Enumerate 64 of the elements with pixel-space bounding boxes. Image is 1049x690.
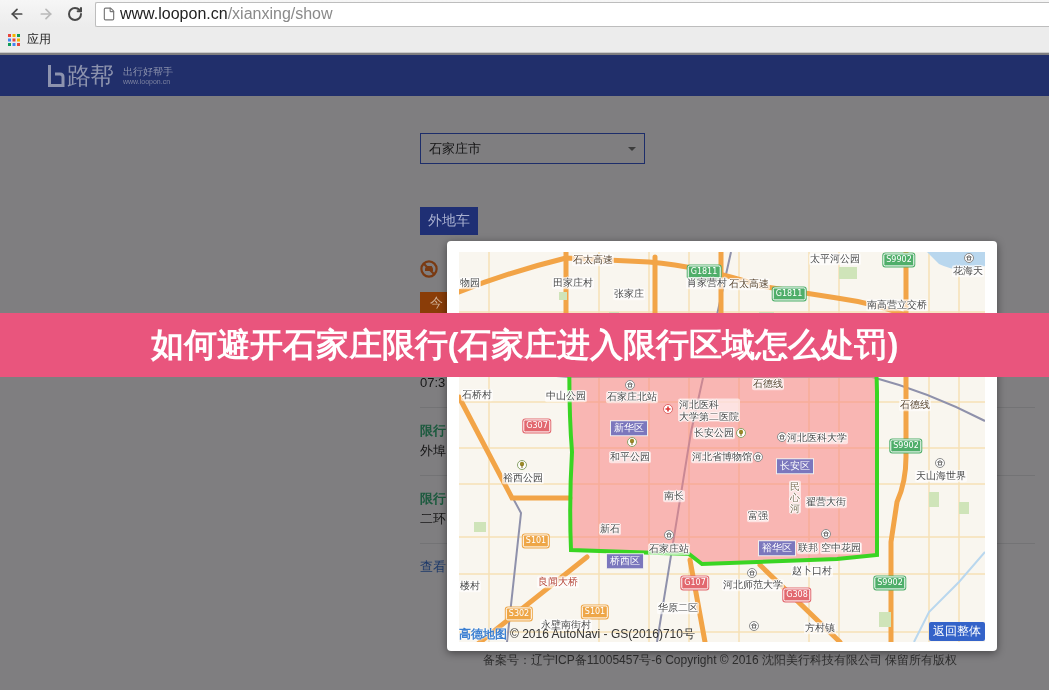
park-area <box>559 292 567 300</box>
city-select[interactable]: 石家庄市 <box>420 133 645 164</box>
road-name-label: 石太高速 <box>572 254 614 266</box>
place-label: 华原二区 <box>657 602 699 614</box>
day-tab[interactable]: 今 <box>420 292 447 313</box>
no-car-icon <box>420 260 438 278</box>
road-shield: S9902 <box>883 253 915 267</box>
road-shield: S302 <box>505 607 533 621</box>
tree-icon <box>736 428 746 438</box>
vehicle-button[interactable]: 外地车 <box>420 207 478 235</box>
address-bar[interactable]: www.loopon.cn/xianxing/show <box>95 1 1049 27</box>
district-label: 长安区 <box>777 459 813 473</box>
landmark-icon <box>747 568 757 578</box>
rule-label: 限行 <box>420 490 446 508</box>
logo-icon <box>47 63 65 88</box>
apps-bookmark[interactable]: 应用 <box>8 31 51 48</box>
park-area <box>474 522 486 532</box>
road-shield: G107 <box>681 576 709 590</box>
park-area <box>879 612 891 627</box>
tagline: 出行好帮手 <box>123 66 173 77</box>
logo-text: 路帮 <box>67 63 113 88</box>
banner-title: 如何避开石家庄限行(石家庄进入限行区域怎么处罚) <box>150 324 899 365</box>
landmark-icon <box>935 458 945 468</box>
caret-icon <box>628 146 636 151</box>
landmark-icon <box>753 452 763 462</box>
rule-text: 外埠 <box>420 442 446 460</box>
rule-text: 07:3 <box>420 374 446 392</box>
tree-icon <box>627 437 637 447</box>
landmark-icon <box>625 380 635 390</box>
road-shield: S9902 <box>890 439 922 453</box>
place-label: 石桥村 <box>461 389 493 401</box>
url-text: www.loopon.cn/xianxing/show <box>120 5 333 23</box>
rule-text: 二环 <box>420 510 446 528</box>
park-area <box>839 267 857 279</box>
landmark-icon <box>964 253 974 263</box>
road-shield: G1811 <box>772 287 806 301</box>
district-label: 桥西区 <box>607 554 643 568</box>
district-label: 裕华区 <box>759 541 795 555</box>
park-area <box>959 502 969 514</box>
rule-label: 限行 <box>420 422 446 440</box>
reset-view-button[interactable]: 返回整体 <box>929 622 985 641</box>
tree-icon <box>517 460 527 470</box>
road-name-label: 石太高速 <box>728 278 770 290</box>
road-shield: G307 <box>523 419 551 433</box>
apps-grid-icon <box>8 33 20 46</box>
road-shield: G1811 <box>687 265 721 279</box>
landmark-icon <box>821 529 831 539</box>
footer-text: 备案号：辽宁ICP备11005457号-6 Copyright © 2016 沈阳美行科技有限公司 保留所有版权 <box>481 652 959 668</box>
landmark-icon <box>777 432 787 442</box>
place-label: 天山海世界 <box>915 470 967 482</box>
road-shield: S101 <box>522 534 550 548</box>
reload-button[interactable] <box>66 4 84 23</box>
road-shield: S101 <box>581 605 609 619</box>
more-link[interactable]: 查看 <box>420 557 446 577</box>
park-area <box>929 492 939 507</box>
road-shield: S9902 <box>874 576 906 590</box>
reload-icon <box>67 5 83 22</box>
place-label: 河北医科 大学第二医院 <box>678 398 740 422</box>
landmark-icon <box>664 530 674 540</box>
landmark-icon <box>749 621 759 631</box>
page-icon <box>102 7 116 21</box>
road-shield: G308 <box>783 588 811 602</box>
district-label: 新华区 <box>611 421 647 435</box>
cross-icon <box>663 404 673 414</box>
